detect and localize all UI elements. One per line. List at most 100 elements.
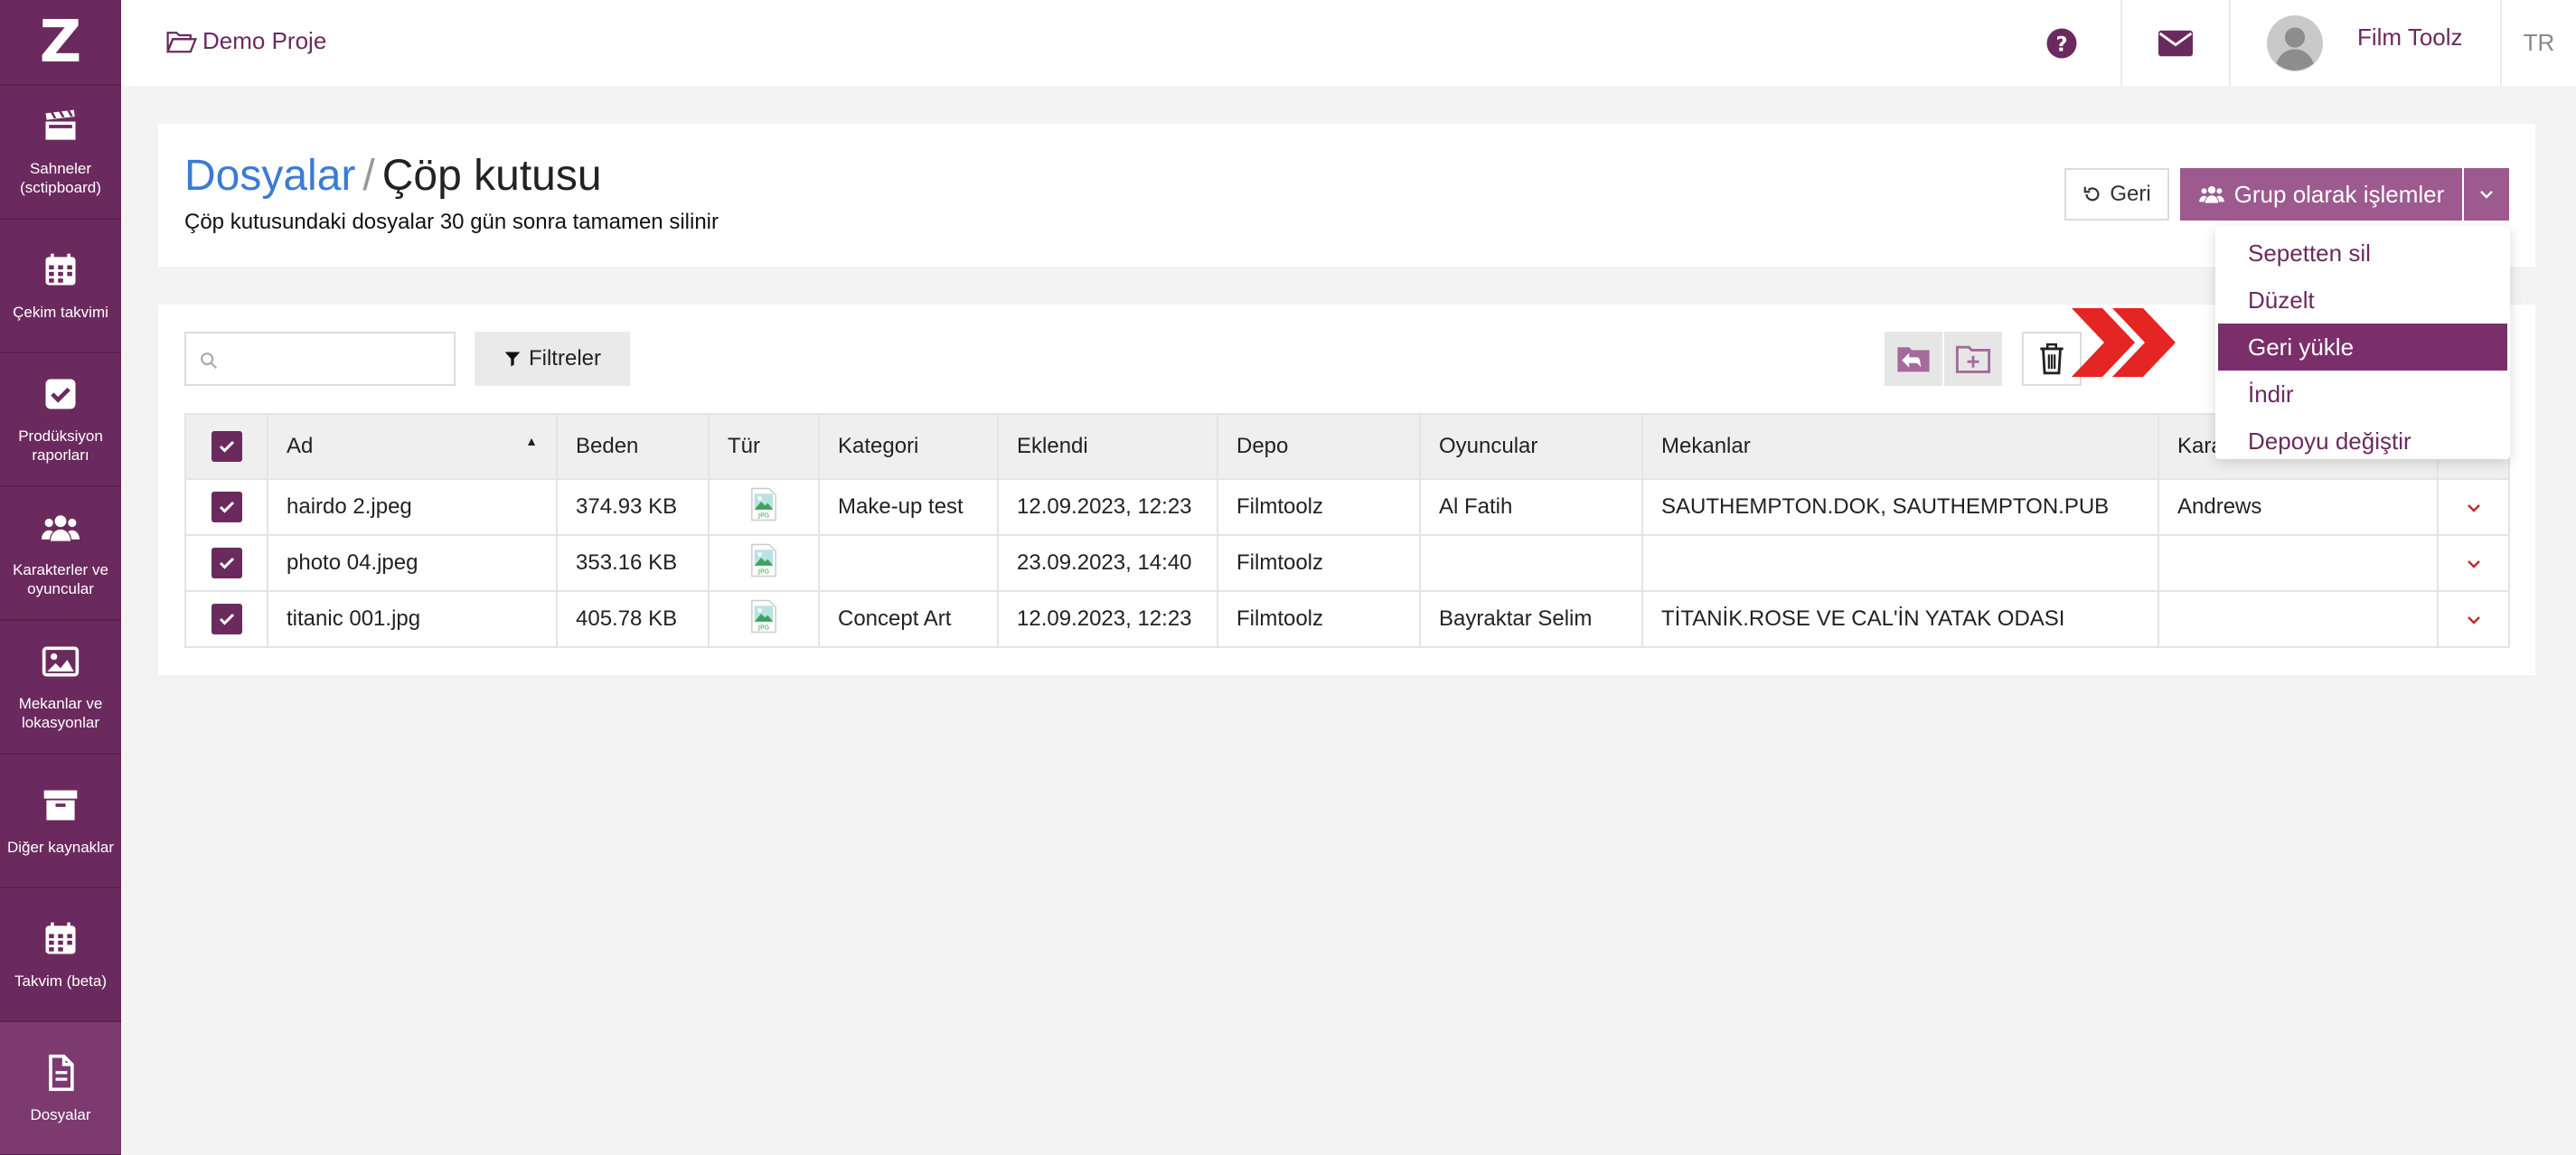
sidebar-item-label: Mekanlar ve lokasyonlar xyxy=(18,695,103,731)
sidebar-item-other-resources[interactable]: Diğer kaynaklar xyxy=(0,755,121,888)
cell-locations xyxy=(1641,534,2159,592)
table-row[interactable]: hairdo 2.jpeg 374.93 KB JPG Make-up test… xyxy=(184,478,2510,536)
menu-item-restore[interactable]: Geri yükle xyxy=(2218,324,2507,371)
column-header-actors[interactable]: Oyuncular xyxy=(1419,413,1643,480)
add-folder-button[interactable] xyxy=(1944,332,2004,386)
file-icon xyxy=(49,1054,74,1091)
sidebar-item-label: Dosyalar xyxy=(30,1105,91,1123)
column-header-size[interactable]: Beden xyxy=(556,413,710,480)
group-actions-dropdown-toggle[interactable] xyxy=(2464,168,2509,221)
cell-locations: TİTANİK.ROSE VE CAL'İN YATAK ODASI xyxy=(1641,590,2159,648)
topbar: Demo Proje ? Film Toolz TR xyxy=(121,0,2576,86)
jpg-file-icon: JPG xyxy=(751,599,776,633)
row-checkbox[interactable] xyxy=(184,534,268,592)
column-header-locations[interactable]: Mekanlar xyxy=(1641,413,2159,480)
cell-size: 405.78 KB xyxy=(556,590,710,648)
cell-name: titanic 001.jpg xyxy=(267,590,558,648)
cell-storage: Filmtoolz xyxy=(1217,534,1421,592)
sidebar-item-scenes[interactable]: Sahneler (sctipboard) xyxy=(0,86,121,220)
check-icon xyxy=(219,613,234,625)
jpg-file-icon: JPG xyxy=(751,543,776,577)
check-icon xyxy=(219,501,234,513)
cell-storage: Filmtoolz xyxy=(1217,590,1421,648)
sidebar: Z Sahneler (sctipboard) Çekim takvimi Pr… xyxy=(0,0,121,1155)
file-actions xyxy=(1885,332,2004,386)
users-icon xyxy=(41,515,80,541)
menu-item-change-storage[interactable]: Depoyu değiştir xyxy=(2215,418,2510,465)
column-header-type[interactable]: Tür xyxy=(708,413,820,480)
cell-storage: Filmtoolz xyxy=(1217,478,1421,536)
select-all-checkbox[interactable] xyxy=(184,413,268,480)
sidebar-item-label: Karakterler ve oyuncular xyxy=(13,561,108,597)
menu-item-delete-from-trash[interactable]: Sepetten sil xyxy=(2215,230,2510,277)
group-actions-button[interactable]: Grup olarak işlemler xyxy=(2180,168,2462,221)
cell-added: 23.09.2023, 14:40 xyxy=(997,534,1218,592)
avatar xyxy=(2267,14,2323,71)
move-out-button[interactable] xyxy=(1885,332,1944,386)
envelope-icon xyxy=(2158,30,2193,56)
column-header-added[interactable]: Eklendi xyxy=(997,413,1218,480)
help-button[interactable]: ? xyxy=(2003,0,2120,86)
table-row[interactable]: titanic 001.jpg 405.78 KB JPG Concept Ar… xyxy=(184,590,2510,648)
sidebar-item-locations[interactable]: Mekanlar ve lokasyonlar xyxy=(0,621,121,755)
calendar-icon xyxy=(45,922,76,953)
language-switch[interactable]: TR xyxy=(2500,0,2576,86)
search-input[interactable] xyxy=(184,332,456,386)
sidebar-item-characters[interactable]: Karakterler ve oyuncular xyxy=(0,487,121,621)
messages-button[interactable] xyxy=(2120,0,2229,86)
project-name: Demo Proje xyxy=(202,27,327,54)
menu-item-edit[interactable]: Düzelt xyxy=(2215,277,2510,324)
column-header-name[interactable]: Ad ▲ xyxy=(267,413,558,480)
cell-category: Make-up test xyxy=(818,478,999,536)
folder-reply-icon xyxy=(1897,347,1930,372)
cell-characters: Andrews xyxy=(2158,478,2439,536)
row-checkbox[interactable] xyxy=(184,590,268,648)
svg-text:?: ? xyxy=(2055,33,2067,56)
user-name: Film Toolz xyxy=(2357,23,2463,51)
cell-actors: Al Fatih xyxy=(1419,478,1643,536)
back-button[interactable]: Geri xyxy=(2064,168,2169,221)
file-type-label: JPG xyxy=(757,623,770,631)
chevron-down-icon xyxy=(2467,560,2480,568)
breadcrumb-files[interactable]: Dosyalar xyxy=(184,152,355,200)
cell-characters xyxy=(2158,590,2439,648)
search-icon xyxy=(201,352,218,370)
filter-icon xyxy=(504,352,521,367)
row-menu-button[interactable] xyxy=(2437,478,2510,536)
sidebar-item-production-reports[interactable]: Prodüksiyon raporları xyxy=(0,353,121,487)
cell-characters xyxy=(2158,534,2439,592)
files-panel: Filtreler Ad ▲ Beden Tür Kategori Eklendi xyxy=(158,305,2535,675)
sidebar-item-label: Diğer kaynaklar xyxy=(6,838,115,856)
folder-plus-icon xyxy=(1955,345,1991,373)
filters-button[interactable]: Filtreler xyxy=(475,332,630,386)
cell-type: JPG xyxy=(708,534,820,592)
menu-item-download[interactable]: İndir xyxy=(2215,371,2510,418)
chevron-down-icon xyxy=(2467,616,2480,624)
row-menu-button[interactable] xyxy=(2437,534,2510,592)
sidebar-item-label: Takvim (beta) xyxy=(14,972,108,990)
clapperboard-icon xyxy=(45,109,76,140)
sort-asc-icon: ▲ xyxy=(525,434,538,448)
table-header-row: Ad ▲ Beden Tür Kategori Eklendi Depo Oyun… xyxy=(184,413,2510,480)
sidebar-item-files[interactable]: Dosyalar xyxy=(0,1022,121,1155)
project-selector[interactable]: Demo Proje xyxy=(166,27,326,55)
row-menu-button[interactable] xyxy=(2437,590,2510,648)
sidebar-item-calendar-beta[interactable]: Takvim (beta) xyxy=(0,888,121,1022)
row-checkbox[interactable] xyxy=(184,478,268,536)
cell-category: Concept Art xyxy=(818,590,999,648)
table-row[interactable]: photo 04.jpeg 353.16 KB JPG 23.09.2023, … xyxy=(184,534,2510,592)
cell-name: photo 04.jpeg xyxy=(267,534,558,592)
column-header-storage[interactable]: Depo xyxy=(1217,413,1421,480)
sidebar-item-shooting-schedule[interactable]: Çekim takvimi xyxy=(0,220,121,353)
cell-size: 353.16 KB xyxy=(556,534,710,592)
cell-added: 12.09.2023, 12:23 xyxy=(997,590,1218,648)
file-type-label: JPG xyxy=(757,511,770,519)
language-label: TR xyxy=(2523,29,2555,56)
page-title: Dosyalar / Çöp kutusu xyxy=(184,151,602,201)
files-table: Ad ▲ Beden Tür Kategori Eklendi Depo Oyun… xyxy=(184,413,2510,648)
cell-size: 374.93 KB xyxy=(556,478,710,536)
sidebar-item-label: Prodüksiyon raporları xyxy=(18,427,103,464)
user-menu[interactable]: Film Toolz xyxy=(2229,0,2500,86)
app-logo[interactable]: Z xyxy=(0,0,121,86)
column-header-category[interactable]: Kategori xyxy=(818,413,999,480)
